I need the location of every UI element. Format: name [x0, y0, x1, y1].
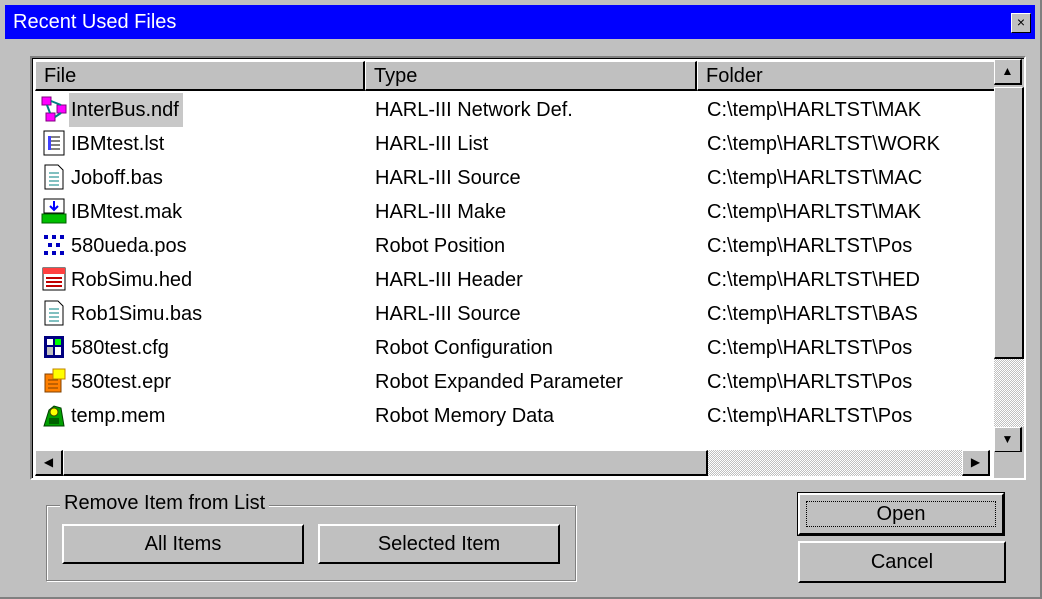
file-cell: IBMtest.lst: [41, 127, 168, 161]
file-cell: 580ueda.pos: [41, 229, 191, 263]
file-type: HARL-III Header: [375, 269, 523, 291]
file-folder: C:\temp\HARLTST\Pos: [707, 235, 913, 257]
file-type: HARL-III Make: [375, 201, 507, 223]
list-header: File Type Folder: [35, 61, 997, 93]
remove-all-items-button[interactable]: All Items: [62, 524, 304, 564]
file-cell: InterBus.ndf: [41, 93, 183, 127]
file-type: HARL-III Network Def.: [375, 99, 573, 121]
file-name: IBMtest.mak: [71, 201, 183, 223]
file-name: 580test.epr: [71, 371, 172, 393]
make-file-icon: [41, 198, 67, 224]
open-button[interactable]: Open: [797, 492, 1005, 536]
column-header-folder[interactable]: Folder: [697, 61, 997, 91]
file-folder: C:\temp\HARLTST\Pos: [707, 371, 913, 393]
file-folder: C:\temp\HARLTST\MAK: [707, 99, 922, 121]
list-item[interactable]: IBMtest.mak HARL-III Make C:\temp\HARLTST\…: [35, 195, 990, 229]
file-folder: C:\temp\HARLTST\BAS: [707, 303, 918, 325]
list-item[interactable]: temp.mem Robot Memory Data C:\temp\HARLTST…: [35, 399, 990, 433]
scrollbar-corner: [994, 452, 1024, 478]
file-name: Joboff.bas: [71, 167, 163, 189]
file-type: HARL-III Source: [375, 303, 521, 325]
file-cell: temp.mem: [41, 399, 169, 433]
scroll-right-button[interactable]: ▶: [962, 450, 990, 476]
network-def-icon: [41, 96, 67, 122]
list-rows: InterBus.ndf HARL-III Network Def. C:\temp…: [35, 93, 990, 455]
list-item[interactable]: 580test.cfg Robot Configuration C:\temp\HA…: [35, 331, 990, 365]
file-type: Robot Configuration: [375, 337, 553, 359]
file-name: InterBus.ndf: [69, 93, 183, 127]
list-item[interactable]: Joboff.bas HARL-III Source C:\temp\HARLTST…: [35, 161, 990, 195]
file-name: 580ueda.pos: [71, 235, 187, 257]
file-folder: C:\temp\HARLTST\HED: [707, 269, 920, 291]
file-type: Robot Position: [375, 235, 506, 257]
parameter-file-icon: [41, 368, 67, 394]
file-type: HARL-III Source: [375, 167, 521, 189]
source-file-icon: [41, 300, 67, 326]
remove-item-group-label: Remove Item from List: [60, 492, 270, 515]
file-folder: C:\temp\HARLTST\Pos: [707, 405, 913, 427]
position-file-icon: [41, 232, 67, 258]
vertical-scrollbar[interactable]: ▲ ▼: [994, 59, 1024, 455]
file-type: HARL-III List: [375, 133, 489, 155]
close-button[interactable]: ×: [1011, 13, 1031, 33]
list-item[interactable]: Rob1Simu.bas HARL-III Source C:\temp\HARLT…: [35, 297, 990, 331]
file-folder: C:\temp\HARLTST\MAC: [707, 167, 923, 189]
list-item[interactable]: InterBus.ndf HARL-III Network Def. C:\temp…: [35, 93, 990, 127]
horizontal-scrollbar[interactable]: ◀ ▶: [35, 450, 990, 476]
remove-selected-item-button[interactable]: Selected Item: [318, 524, 560, 564]
column-header-file[interactable]: File: [35, 61, 365, 91]
title-bar[interactable]: Recent Used Files ×: [5, 5, 1035, 39]
config-file-icon: [41, 334, 67, 360]
file-type: Robot Memory Data: [375, 405, 554, 427]
list-file-icon: [41, 130, 67, 156]
header-file-icon: [41, 266, 67, 292]
recent-files-list: File Type Folder InterBus.ndf HARL-III Ne…: [30, 56, 1026, 480]
scroll-up-button[interactable]: ▲: [994, 59, 1022, 85]
column-header-type[interactable]: Type: [365, 61, 697, 91]
file-name: IBMtest.lst: [71, 133, 165, 155]
file-name: 580test.cfg: [71, 337, 169, 359]
window-title: Recent Used Files: [13, 11, 177, 33]
list-item[interactable]: RobSimu.hed HARL-III Header C:\temp\HARLTS…: [35, 263, 990, 297]
horizontal-scroll-thumb[interactable]: [63, 450, 708, 476]
list-item[interactable]: IBMtest.lst HARL-III List C:\temp\HARLTST\…: [35, 127, 990, 161]
file-name: RobSimu.hed: [71, 269, 193, 291]
scroll-left-button[interactable]: ◀: [35, 450, 63, 476]
file-folder: C:\temp\HARLTST\Pos: [707, 337, 913, 359]
list-item[interactable]: 580test.epr Robot Expanded Parameter C:\te…: [35, 365, 990, 399]
memory-file-icon: [41, 402, 67, 428]
file-cell: 580test.epr: [41, 365, 175, 399]
file-cell: Rob1Simu.bas: [41, 297, 206, 331]
list-item[interactable]: 580ueda.pos Robot Position C:\temp\HARLTST…: [35, 229, 990, 263]
scroll-down-button[interactable]: ▼: [994, 427, 1022, 453]
vertical-scroll-thumb[interactable]: [994, 87, 1024, 359]
file-cell: 580test.cfg: [41, 331, 173, 365]
file-cell: IBMtest.mak: [41, 195, 186, 229]
source-file-icon: [41, 164, 67, 190]
file-type: Robot Expanded Parameter: [375, 371, 623, 393]
file-folder: C:\temp\HARLTST\MAK: [707, 201, 922, 223]
file-cell: Joboff.bas: [41, 161, 167, 195]
file-cell: RobSimu.hed: [41, 263, 196, 297]
file-name: temp.mem: [71, 405, 166, 427]
cancel-button[interactable]: Cancel: [798, 541, 1006, 583]
recent-files-dialog: Recent Used Files × File Type Folder Int…: [0, 0, 1042, 599]
file-folder: C:\temp\HARLTST\WORK: [707, 133, 940, 155]
file-name: Rob1Simu.bas: [71, 303, 203, 325]
